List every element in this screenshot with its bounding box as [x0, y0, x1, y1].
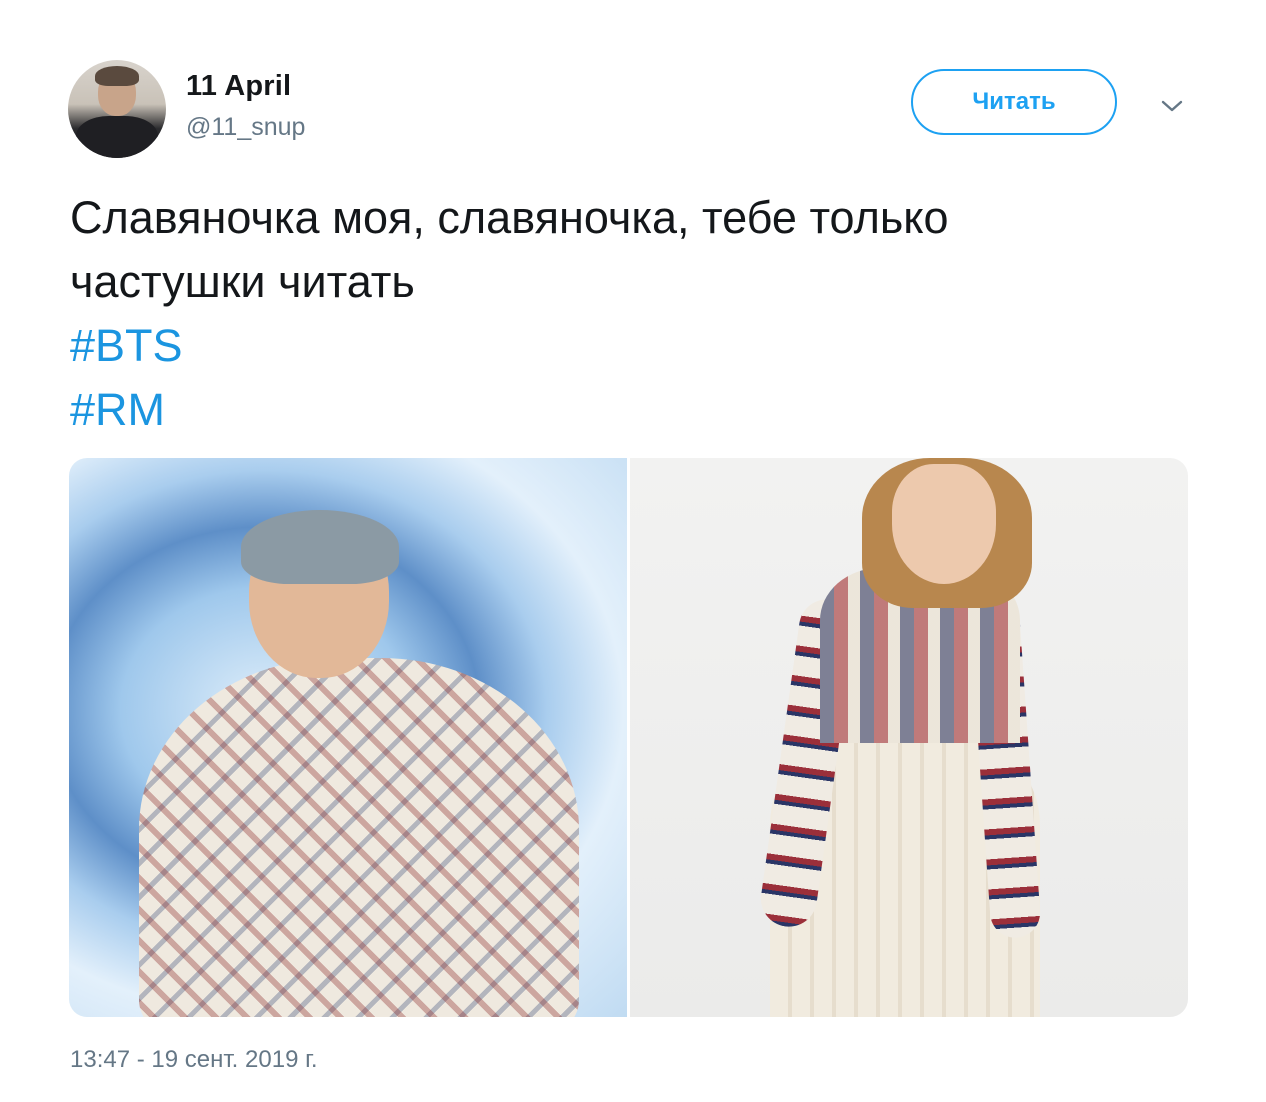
hashtag-link[interactable]: #RM [70, 378, 1210, 442]
photo-figure-shirt [139, 658, 579, 1017]
tweet-timestamp[interactable]: 13:47 - 19 сент. 2019 г. [70, 1046, 318, 1074]
follow-button[interactable]: Читать [911, 69, 1117, 135]
avatar-hair [95, 66, 139, 86]
photo-figure-face [892, 464, 996, 584]
tweet-photo-left[interactable] [69, 458, 627, 1017]
media-grid [69, 458, 1188, 1017]
avatar[interactable] [68, 60, 166, 158]
author-display-name[interactable]: 11 April [186, 70, 291, 103]
author-handle[interactable]: @11_snup [186, 113, 305, 142]
tweet-text: Славяночка моя, славяночка, тебе только … [70, 186, 1210, 442]
tweet-text-line: Славяночка моя, славяночка, тебе только [70, 192, 949, 243]
tweet-photo-right[interactable] [630, 458, 1188, 1017]
chevron-down-icon[interactable] [1157, 94, 1187, 118]
hashtag-link[interactable]: #BTS [70, 314, 1210, 378]
photo-figure-hair [241, 510, 399, 584]
tweet-text-line: частушки читать [70, 256, 415, 307]
avatar-shirt [76, 116, 158, 158]
